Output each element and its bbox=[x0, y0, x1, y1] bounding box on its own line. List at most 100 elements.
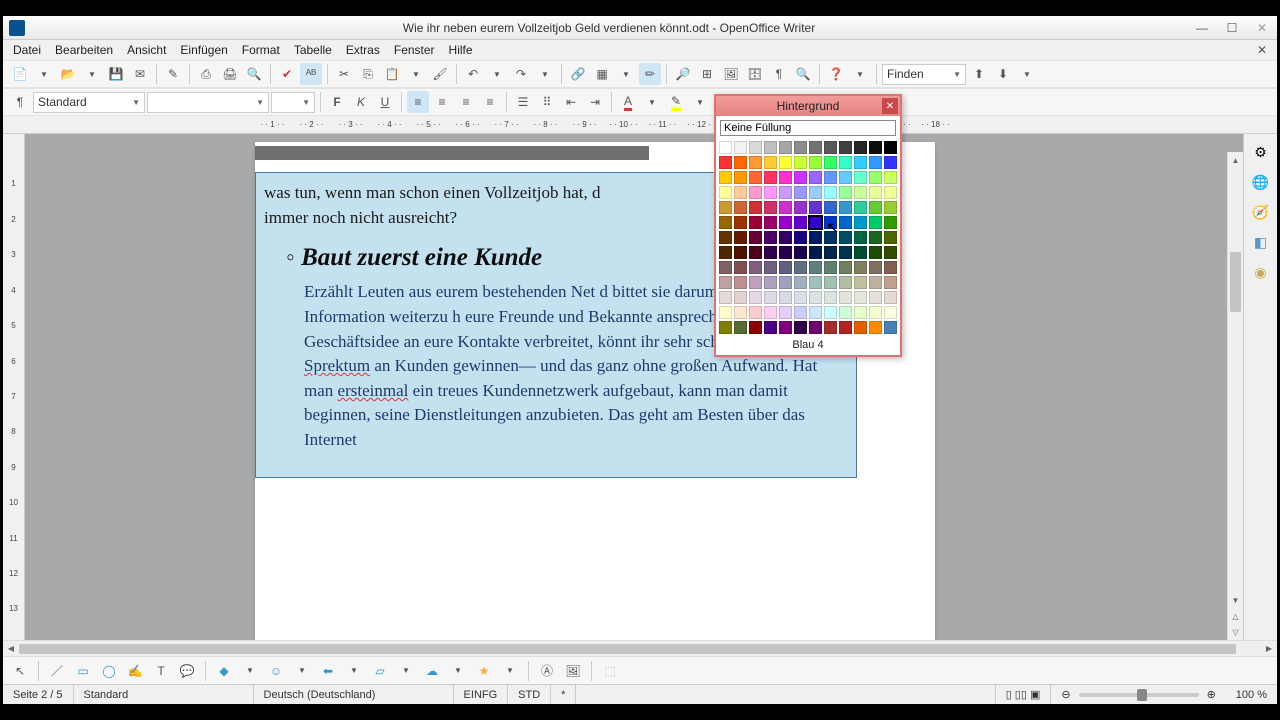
color-swatch[interactable] bbox=[734, 231, 747, 244]
color-swatch[interactable] bbox=[749, 276, 762, 289]
color-swatch[interactable] bbox=[824, 321, 837, 334]
color-swatch[interactable] bbox=[764, 186, 777, 199]
color-swatch[interactable] bbox=[734, 321, 747, 334]
color-swatch[interactable] bbox=[719, 276, 732, 289]
color-swatch[interactable] bbox=[809, 321, 822, 334]
color-swatch[interactable] bbox=[764, 276, 777, 289]
color-swatch[interactable] bbox=[869, 216, 882, 229]
navigator-icon[interactable]: ⊞ bbox=[696, 63, 718, 85]
color-swatch[interactable] bbox=[839, 216, 852, 229]
hyperlink-icon[interactable]: 🔗 bbox=[567, 63, 589, 85]
color-swatch[interactable] bbox=[839, 261, 852, 274]
status-style[interactable]: Standard bbox=[74, 685, 254, 704]
color-swatch[interactable] bbox=[779, 186, 792, 199]
color-swatch[interactable] bbox=[854, 141, 867, 154]
color-swatch[interactable] bbox=[884, 246, 897, 259]
color-swatch[interactable] bbox=[809, 216, 822, 229]
sidebar-navigator-icon[interactable]: 🧭 bbox=[1249, 200, 1273, 224]
color-swatch[interactable] bbox=[734, 291, 747, 304]
color-swatch[interactable] bbox=[869, 306, 882, 319]
color-swatch[interactable] bbox=[719, 171, 732, 184]
color-swatch[interactable] bbox=[824, 231, 837, 244]
color-swatch[interactable] bbox=[809, 156, 822, 169]
color-swatch[interactable] bbox=[734, 141, 747, 154]
color-swatch[interactable] bbox=[764, 156, 777, 169]
color-swatch[interactable] bbox=[854, 306, 867, 319]
status-selection[interactable]: STD bbox=[508, 685, 551, 704]
italic-icon[interactable]: K bbox=[350, 91, 372, 113]
vertical-scrollbar[interactable]: ▲ ▼ △ ▽ bbox=[1227, 152, 1243, 640]
email-icon[interactable]: ✉ bbox=[129, 63, 151, 85]
color-swatch[interactable] bbox=[719, 141, 732, 154]
color-swatch[interactable] bbox=[719, 216, 732, 229]
color-swatch[interactable] bbox=[854, 246, 867, 259]
color-swatch[interactable] bbox=[749, 261, 762, 274]
symbol-shapes-icon[interactable]: ☺ bbox=[265, 660, 287, 682]
color-swatch[interactable] bbox=[749, 156, 762, 169]
color-swatch[interactable] bbox=[749, 246, 762, 259]
align-justify-icon[interactable]: ≡ bbox=[479, 91, 501, 113]
color-swatch[interactable] bbox=[779, 261, 792, 274]
menu-tabelle[interactable]: Tabelle bbox=[288, 41, 338, 59]
color-swatch[interactable] bbox=[824, 141, 837, 154]
numbering-icon[interactable]: ☰ bbox=[512, 91, 534, 113]
color-swatch[interactable] bbox=[839, 231, 852, 244]
color-swatch[interactable] bbox=[779, 201, 792, 214]
color-swatch[interactable] bbox=[749, 186, 762, 199]
color-swatch[interactable] bbox=[809, 306, 822, 319]
status-language[interactable]: Deutsch (Deutschland) bbox=[254, 685, 454, 704]
color-swatch[interactable] bbox=[719, 201, 732, 214]
color-swatch[interactable] bbox=[839, 156, 852, 169]
color-swatch[interactable] bbox=[779, 246, 792, 259]
color-swatch[interactable] bbox=[854, 201, 867, 214]
color-swatch[interactable] bbox=[839, 186, 852, 199]
color-swatch[interactable] bbox=[719, 306, 732, 319]
font-size-combo[interactable]: ▼ bbox=[271, 92, 315, 113]
menu-datei[interactable]: Datei bbox=[7, 41, 47, 59]
format-paintbrush-icon[interactable]: 🖌 bbox=[429, 63, 451, 85]
open-icon[interactable]: 📂 bbox=[57, 63, 79, 85]
color-swatch[interactable] bbox=[884, 231, 897, 244]
color-swatch[interactable] bbox=[779, 276, 792, 289]
sidebar-gallery-icon[interactable]: 🌐 bbox=[1249, 170, 1273, 194]
color-swatch[interactable] bbox=[854, 291, 867, 304]
star-shapes-icon[interactable]: ★ bbox=[473, 660, 495, 682]
color-swatch[interactable] bbox=[734, 156, 747, 169]
pointer-icon[interactable]: ↖ bbox=[9, 660, 31, 682]
redo-icon[interactable]: ↷ bbox=[510, 63, 532, 85]
color-swatch[interactable] bbox=[884, 321, 897, 334]
indent-more-icon[interactable]: ⇥ bbox=[584, 91, 606, 113]
print-icon[interactable]: 🖨 bbox=[219, 63, 241, 85]
callout-shapes-icon[interactable]: ☁ bbox=[421, 660, 443, 682]
color-swatch[interactable] bbox=[869, 156, 882, 169]
color-swatch[interactable] bbox=[824, 171, 837, 184]
color-swatch[interactable] bbox=[884, 306, 897, 319]
color-swatch[interactable] bbox=[869, 321, 882, 334]
table-icon[interactable]: ▦ bbox=[591, 63, 613, 85]
no-fill-option[interactable]: Keine Füllung bbox=[720, 120, 896, 136]
save-icon[interactable]: 💾 bbox=[105, 63, 127, 85]
color-swatch[interactable] bbox=[854, 261, 867, 274]
status-insert[interactable]: EINFG bbox=[454, 685, 509, 704]
align-center-icon[interactable]: ≡ bbox=[431, 91, 453, 113]
flowchart-icon[interactable]: ▱ bbox=[369, 660, 391, 682]
next-page-icon[interactable]: ▽ bbox=[1228, 624, 1243, 640]
styles-icon[interactable]: ¶ bbox=[9, 91, 31, 113]
color-swatch[interactable] bbox=[719, 246, 732, 259]
scroll-thumb[interactable] bbox=[1230, 252, 1241, 312]
color-swatch[interactable] bbox=[764, 231, 777, 244]
color-swatch[interactable] bbox=[884, 201, 897, 214]
color-swatch[interactable] bbox=[824, 306, 837, 319]
color-swatch[interactable] bbox=[839, 171, 852, 184]
color-swatch[interactable] bbox=[734, 216, 747, 229]
sidebar-properties-icon[interactable]: ⚙ bbox=[1249, 140, 1273, 164]
popup-title[interactable]: Hintergrund ✕ bbox=[716, 96, 900, 116]
color-swatch[interactable] bbox=[884, 291, 897, 304]
color-swatch[interactable] bbox=[719, 231, 732, 244]
color-swatch[interactable] bbox=[809, 246, 822, 259]
color-swatch[interactable] bbox=[884, 141, 897, 154]
color-swatch[interactable] bbox=[779, 171, 792, 184]
color-swatch[interactable] bbox=[809, 291, 822, 304]
datasource-icon[interactable]: 🗄 bbox=[744, 63, 766, 85]
extrusion-icon[interactable]: ⬚ bbox=[599, 660, 621, 682]
